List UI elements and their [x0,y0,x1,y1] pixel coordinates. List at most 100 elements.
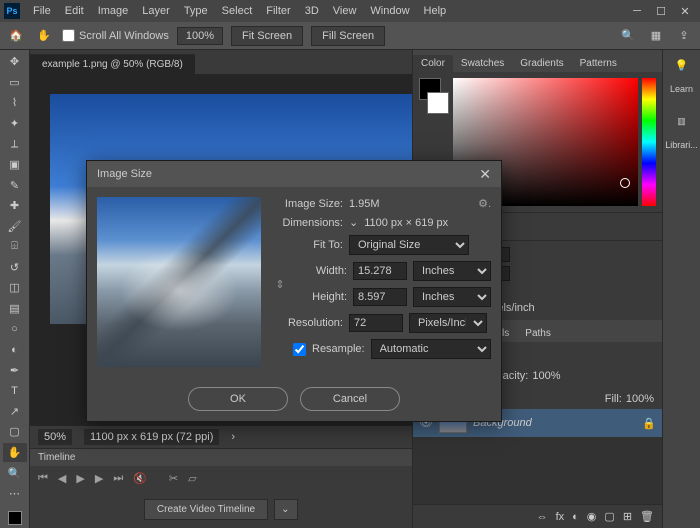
frame-tool[interactable]: ▣ [3,155,27,175]
hand-tool-icon[interactable]: ✋ [34,26,54,46]
menu-select[interactable]: Select [215,5,260,17]
scroll-all-checkbox[interactable]: Scroll All Windows [62,29,169,42]
gear-icon[interactable]: ⚙. [478,197,491,210]
color-tab[interactable]: Color [413,55,453,72]
type-tool[interactable]: T [3,381,27,401]
gradients-tab[interactable]: Gradients [512,55,571,72]
stamp-tool[interactable]: ⌹ [3,237,27,257]
layer-style-icon[interactable]: fx [556,511,565,523]
dodge-tool[interactable]: ◐ [3,340,27,360]
maximize-button[interactable]: ☐ [650,3,672,19]
paths-tab[interactable]: Paths [517,325,559,342]
fill-screen-button[interactable]: Fill Screen [311,26,385,46]
status-dims[interactable]: 1100 px x 619 px (72 ppi) [84,429,219,445]
crop-tool[interactable]: ⟂ [3,134,27,154]
timeline-play-icon[interactable]: ▶ [76,472,84,485]
adjustment-layer-icon[interactable]: ◉ [587,510,597,523]
status-zoom[interactable]: 50% [38,429,72,445]
timeline-split-icon[interactable]: ✂ [169,472,178,485]
height-unit-select[interactable]: Inches [413,287,491,307]
width-unit-select[interactable]: Inches [413,261,491,281]
link-layers-icon[interactable]: ⇔ [537,511,548,523]
resolution-unit-select[interactable]: Pixels/Inch [409,313,487,333]
libraries-label[interactable]: Librari... [666,134,698,156]
workspace-icon[interactable]: ▦ [646,26,666,46]
width-input[interactable] [353,262,407,280]
ok-button[interactable]: OK [188,387,288,411]
zoom-tool[interactable]: 🔍 [3,463,27,483]
layer-mask-icon[interactable]: ◐ [572,511,579,523]
shape-tool[interactable]: ▢ [3,422,27,442]
pen-tool[interactable]: ✒ [3,360,27,380]
resample-select[interactable]: Automatic [371,339,491,359]
dialog-preview-image[interactable] [97,197,261,367]
patterns-tab[interactable]: Patterns [572,55,625,72]
fit-screen-button[interactable]: Fit Screen [231,26,303,46]
path-tool[interactable]: ↗ [3,402,27,422]
fill-value[interactable]: 100% [626,393,654,405]
menu-window[interactable]: Window [363,5,416,17]
swatches-tab[interactable]: Swatches [453,55,512,72]
eyedropper-tool[interactable]: ✎ [3,175,27,195]
constrain-link-icon[interactable]: ⇕ [273,278,287,291]
cancel-button[interactable]: Cancel [300,387,400,411]
lasso-tool[interactable]: ⌇ [3,93,27,113]
resolution-input[interactable] [349,314,403,332]
menu-edit[interactable]: Edit [58,5,91,17]
opacity-value[interactable]: 100% [532,370,560,382]
dimensions-dropdown-icon[interactable]: ⌄ [349,216,358,229]
menu-layer[interactable]: Layer [135,5,177,17]
blur-tool[interactable]: ○ [3,319,27,339]
timeline-last-frame-icon[interactable]: ⏭ [113,472,123,485]
dimensions-value: 1100 px × 619 px [364,217,448,229]
document-tab[interactable]: example 1.png @ 50% (RGB/8) [30,54,195,74]
history-brush-tool[interactable]: ↺ [3,258,27,278]
height-input[interactable] [353,288,407,306]
menu-view[interactable]: View [326,5,364,17]
learn-label[interactable]: Learn [666,78,698,100]
timeline-mute-icon[interactable]: 🔇 [133,472,147,485]
eraser-tool[interactable]: ◫ [3,278,27,298]
brush-tool[interactable]: 🖌 [3,217,27,237]
menu-image[interactable]: Image [91,5,136,17]
dialog-close-icon[interactable]: ✕ [479,166,491,183]
healing-tool[interactable]: ✚ [3,196,27,216]
move-tool[interactable]: ✥ [3,52,27,72]
menu-filter[interactable]: Filter [259,5,297,17]
zoom-field[interactable]: 100% [177,27,223,45]
marquee-tool[interactable]: ▭ [3,73,27,93]
background-swatch[interactable] [427,92,449,114]
timeline-prev-frame-icon[interactable]: ◀ [58,472,66,485]
timeline-transition-icon[interactable]: ▱ [188,472,196,485]
color-swatch-fg[interactable] [3,508,27,528]
toolbox: ✥ ▭ ⌇ ✦ ⟂ ▣ ✎ ✚ 🖌 ⌹ ↺ ◫ ▤ ○ ◐ ✒ T ↗ ▢ ✋ … [0,50,30,528]
fit-to-select[interactable]: Original Size [349,235,469,255]
timeline-next-frame-icon[interactable]: ▶ [95,472,103,485]
menu-type[interactable]: Type [177,5,215,17]
status-arrow-icon[interactable]: › [231,431,235,443]
create-video-timeline-button[interactable]: Create Video Timeline [144,499,268,520]
group-icon[interactable]: ▢ [604,510,614,523]
gradient-tool[interactable]: ▤ [3,299,27,319]
learn-button[interactable]: 💡 [666,54,698,76]
timeline-title[interactable]: Timeline [30,449,412,466]
delete-layer-icon[interactable]: 🗑 [640,510,654,523]
close-button[interactable]: ✕ [674,3,696,19]
menu-help[interactable]: Help [417,5,454,17]
timeline-first-frame-icon[interactable]: ⏮ [38,472,48,485]
hand-tool[interactable]: ✋ [3,443,27,463]
minimize-button[interactable]: ─ [626,3,648,19]
image-size-value: 1.95M [349,198,380,210]
resample-checkbox[interactable] [293,343,306,356]
share-icon[interactable]: ⇪ [674,26,694,46]
edit-toolbar[interactable]: ⋯ [3,484,27,504]
menu-file[interactable]: File [26,5,58,17]
menu-3d[interactable]: 3D [298,5,326,17]
timeline-dropdown-icon[interactable]: ⌄ [274,499,298,520]
new-layer-icon[interactable]: ⊞ [623,510,632,523]
search-icon[interactable]: 🔍 [618,26,638,46]
libraries-button[interactable]: ▥ [666,110,698,132]
hue-slider[interactable] [642,78,656,206]
home-icon[interactable]: 🏠 [6,26,26,46]
magic-wand-tool[interactable]: ✦ [3,114,27,134]
